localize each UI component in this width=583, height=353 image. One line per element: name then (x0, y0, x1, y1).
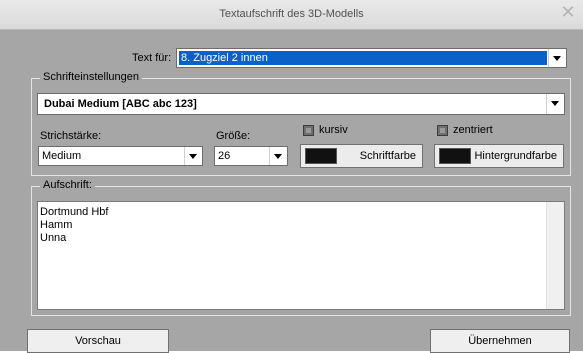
inscription-lines: Dortmund Hbf Hamm Unna (40, 206, 108, 245)
inscription-line: Unna (40, 232, 67, 244)
background-color-swatch (439, 148, 471, 164)
window-title: Textaufschrift des 3D-Modells (219, 8, 364, 20)
background-color-button-label: Hintergrundfarbe (474, 150, 557, 162)
font-color-button-label: Schriftfarbe (359, 150, 416, 162)
stroke-dropdown-value: Medium (42, 150, 82, 162)
font-dropdown[interactable]: Dubai Medium [ABC abc 123] (37, 93, 565, 115)
textarea-scrollbar[interactable] (546, 202, 564, 309)
inscription-line: Dortmund Hbf (40, 206, 109, 218)
size-dropdown-value: 26 (218, 150, 231, 162)
font-settings-group-label: Schrifteinstellungen (40, 71, 143, 83)
text-for-selected-value: 8. Zugziel 2 innen (179, 51, 547, 65)
apply-button[interactable]: Übernehmen (430, 329, 570, 353)
inscription-group-label: Aufschrift: (40, 179, 95, 191)
text-for-dropdown[interactable]: 8. Zugziel 2 innen (176, 48, 567, 68)
stroke-label: Strichstärke: (40, 130, 102, 142)
chevron-down-icon[interactable] (269, 147, 287, 165)
font-color-button[interactable]: Schriftfarbe (300, 144, 423, 168)
background-color-button[interactable]: Hintergrundfarbe (434, 144, 564, 168)
italic-label: kursiv (319, 124, 348, 136)
chevron-down-icon[interactable] (184, 147, 202, 165)
centered-checkbox[interactable] (437, 125, 448, 136)
italic-checkbox[interactable] (303, 125, 314, 136)
title-bar[interactable]: Textaufschrift des 3D-Modells ✕ (0, 0, 583, 30)
inscription-line: Hamm (40, 219, 73, 231)
text-for-label: Text für: (132, 52, 172, 64)
chevron-down-icon[interactable] (546, 94, 564, 114)
inscription-textarea[interactable]: Dortmund Hbf Hamm Unna (37, 201, 565, 310)
font-color-swatch (305, 148, 337, 164)
centered-label: zentriert (453, 124, 493, 136)
size-label: Größe: (216, 130, 251, 142)
close-icon[interactable]: ✕ (559, 3, 577, 21)
dialog-window: Textaufschrift des 3D-Modells ✕ Text für… (0, 0, 583, 353)
font-dropdown-value: Dubai Medium [ABC abc 123] (44, 98, 197, 110)
size-dropdown[interactable]: 26 (214, 146, 288, 166)
chevron-down-icon[interactable] (548, 49, 566, 67)
preview-button[interactable]: Vorschau (27, 329, 169, 353)
stroke-dropdown[interactable]: Medium (38, 146, 203, 166)
